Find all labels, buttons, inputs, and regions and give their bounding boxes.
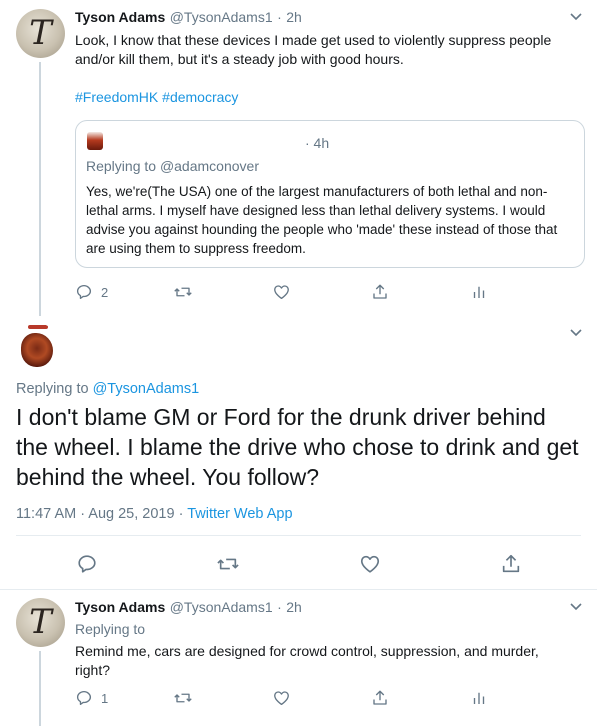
analytics-button[interactable] [470,689,488,707]
analytics-icon [473,286,485,298]
replying-handle[interactable]: @adamconover [160,158,259,174]
avatar-tyson-adams[interactable]: T [16,9,65,58]
quoted-tweet-card[interactable]: · 4h Replying to @adamconover Yes, we're… [75,120,585,268]
like-button[interactable] [272,283,291,301]
tweet1-body: Look, I know that these devices I made g… [75,32,552,67]
divider [16,535,581,536]
focal-timestamp[interactable]: 11:47 AM · Aug 25, 2019 [16,506,175,522]
like-button[interactable] [272,689,291,707]
reply-button[interactable] [76,553,98,575]
divider [0,589,597,590]
separator: · [178,506,184,522]
retweet-button[interactable] [216,553,240,575]
share-button[interactable] [371,283,389,301]
thread-connector-line [39,62,41,316]
reply-icon [76,284,92,300]
replying-handle[interactable]: @TysonAdams1 [93,381,200,397]
chevron-down-icon[interactable] [569,328,583,338]
focal-replying-to: Replying to @TysonAdams1 [16,381,199,397]
like-icon [274,285,289,300]
analytics-icon [473,692,485,704]
focal-body-line-3: behind the wheel. You follow? [16,464,320,490]
focal-body-line-2: the wheel. I blame the drive who chose t… [16,434,579,460]
tweet3-replying-to: Replying to [75,621,146,637]
tweet-time[interactable]: 2h [286,599,302,615]
focal-source[interactable]: Twitter Web App [187,506,292,522]
quoted-body: Yes, we're(The USA) one of the largest m… [86,184,558,256]
reply-button[interactable]: 1 [75,689,108,707]
tweet3-body: Remind me, cars are designed for crowd c… [75,643,539,678]
chevron-down-icon[interactable] [569,12,583,22]
tweet1-hashtags: #FreedomHK #democracy [75,88,238,107]
display-name[interactable]: Tyson Adams [75,599,165,615]
share-icon [373,284,387,299]
handle[interactable]: @TysonAdams1 [170,9,273,25]
share-icon [502,554,520,573]
retweet-button[interactable] [173,689,193,707]
reply-count: 2 [101,284,109,300]
like-icon [360,555,380,573]
separator: · [277,599,282,615]
reply-button[interactable]: 2 [75,283,108,301]
tweet1-header: Tyson Adams @TysonAdams1 · 2h [75,9,302,27]
thread-connector-line [39,651,41,726]
avatar-focal-user[interactable] [15,323,59,369]
share-icon [373,690,387,705]
separator: · [277,9,282,25]
analytics-button[interactable] [470,283,488,301]
retweet-icon [217,558,239,570]
replying-prefix: Replying to [86,158,157,174]
reply-icon [78,555,96,573]
avatar-tyson-adams[interactable]: T [16,598,65,647]
replying-prefix: Replying to [16,381,89,397]
tweet-time[interactable]: 2h [286,9,302,25]
hashtag-freedomhk[interactable]: #FreedomHK [75,89,158,105]
focal-body-line-1: I don't blame GM or Ford for the drunk d… [16,404,546,430]
tweet3-header: Tyson Adams @TysonAdams1 · 2h [75,599,302,617]
retweet-icon [174,693,192,703]
retweet-button[interactable] [173,283,193,301]
handle[interactable]: @TysonAdams1 [170,599,273,615]
quoted-time[interactable]: · 4h [305,135,329,151]
quoted-replying-to: Replying to @adamconover [86,158,259,174]
chevron-down-icon[interactable] [569,602,583,612]
display-name[interactable]: Tyson Adams [75,9,165,25]
reply-count: 1 [101,690,109,706]
reply-icon [76,690,92,706]
share-button[interactable] [500,553,522,575]
like-button[interactable] [359,553,381,575]
focal-meta: 11:47 AM · Aug 25, 2019 · Twitter Web Ap… [16,506,293,522]
share-button[interactable] [371,689,389,707]
quoted-avatar[interactable] [87,132,103,150]
retweet-icon [174,287,192,297]
like-icon [274,691,289,706]
hashtag-democracy[interactable]: #democracy [162,89,238,105]
